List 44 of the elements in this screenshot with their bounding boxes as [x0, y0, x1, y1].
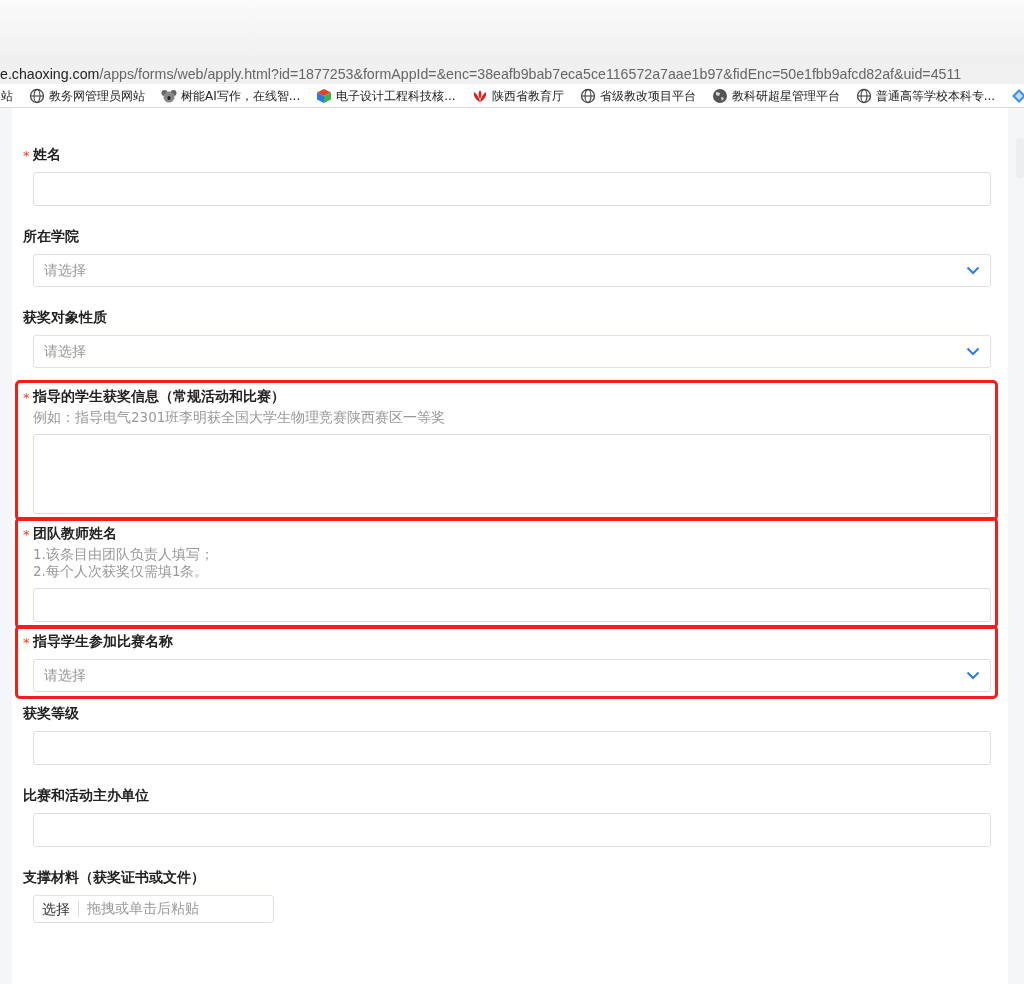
field-label: 所在学院 — [23, 228, 79, 246]
required-asterisk: * — [23, 634, 31, 650]
diamond-icon — [1011, 88, 1024, 104]
globe-icon — [29, 88, 45, 104]
chevron-down-icon — [966, 671, 980, 680]
field-label: 指导学生参加比赛名称 — [33, 633, 173, 651]
required-asterisk: * — [23, 526, 31, 542]
bookmark[interactable]: 树能AI写作，在线智... — [161, 87, 301, 105]
required-asterisk: * — [23, 389, 31, 405]
koala-icon — [161, 88, 177, 104]
text-area[interactable] — [33, 434, 991, 514]
bookmark[interactable]: 电子设计工程科技核... — [316, 87, 456, 105]
field-label: 团队教师姓名 — [33, 525, 117, 543]
field-label: 指导的学生获奖信息（常规活动和比赛） — [33, 388, 285, 406]
text-input[interactable] — [33, 731, 991, 765]
field-label: 比赛和活动主办单位 — [23, 787, 149, 805]
text-input[interactable] — [33, 172, 991, 206]
field-hint: 2.每个人次获奖仅需填1条。 — [33, 563, 210, 580]
text-input[interactable] — [33, 813, 991, 847]
bookmark[interactable]: 教科研超星管理平台 — [711, 87, 840, 105]
globe-icon — [579, 88, 596, 104]
globe-icon — [855, 88, 872, 104]
field-hint: 1.该条目由团队负责人填写； — [33, 546, 215, 563]
flower-icon — [471, 88, 488, 104]
bookmark[interactable]: 普通高等学校本科专... — [855, 87, 996, 105]
bookmark[interactable]: 教务网管理员网站 — [29, 87, 145, 105]
text-input[interactable] — [33, 588, 991, 622]
field-label: 获奖等级 — [23, 705, 79, 723]
chevron-down-icon — [966, 347, 980, 356]
bookmark[interactable]: 陕西省教育厅 — [471, 87, 564, 105]
earth-icon — [711, 88, 728, 104]
required-asterisk: * — [23, 147, 31, 163]
bookmark[interactable]: 站 — [1, 87, 13, 105]
field-label: 姓名 — [33, 146, 61, 164]
bookmark[interactable]: 省级教改项目平台 — [579, 87, 696, 105]
address-bar[interactable]: e.chaoxing.com/apps/forms/web/apply.html?id=1877253&formAppId=&enc=38eafb9bab7eca5ce116572a7aae1b97&fidEnc=50e1fbb9afcd82af&uid=4511 — [0, 64, 1024, 84]
field-label: 支撑材料（获奖证书或文件） — [23, 869, 205, 887]
choose-file-button[interactable]: 选择 — [42, 901, 79, 917]
bookmark[interactable] — [1011, 88, 1024, 104]
chevron-down-icon — [966, 266, 980, 275]
field-hint: 例如：指导电气2301班李明获全国大学生物理竞赛陕西赛区一等奖 — [33, 409, 447, 426]
upload-field[interactable]: 选择 拖拽或单击后粘贴 — [33, 895, 274, 923]
cube-icon — [316, 88, 333, 104]
field-label: 获奖对象性质 — [23, 309, 107, 327]
